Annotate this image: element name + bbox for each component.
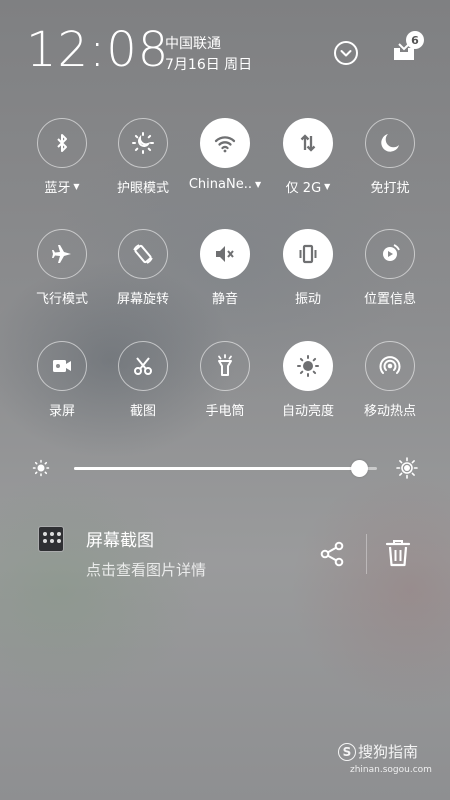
hotspot-icon (378, 354, 402, 378)
quick-tile-rotate[interactable]: 屏幕旋转 (98, 229, 188, 319)
scissors-icon (131, 354, 155, 378)
carrier-info: 中国联通 7月16日 周日 (165, 34, 252, 76)
notification-subtitle: 点击查看图片详情 (86, 561, 207, 579)
tile-toggle[interactable] (37, 229, 87, 279)
tile-label: 截图 (129, 404, 156, 419)
quick-tile-airplane[interactable]: 飞行模式 (17, 229, 107, 319)
location-icon (378, 242, 402, 266)
mute-icon (213, 242, 237, 266)
dropdown-caret-icon[interactable]: ▼ (73, 182, 79, 191)
tile-label: 振动 (294, 292, 321, 307)
brightness-low-icon (32, 459, 50, 477)
tile-toggle[interactable] (200, 229, 250, 279)
tile-toggle[interactable] (365, 118, 415, 168)
tile-toggle[interactable] (37, 341, 87, 391)
quick-tile-vibrate[interactable]: 振动 (263, 229, 353, 319)
tile-label: 静音 (211, 292, 238, 307)
quick-tile-auto-brightness[interactable]: 自动亮度 (263, 341, 353, 431)
share-button[interactable] (318, 540, 346, 568)
delete-button[interactable] (384, 538, 412, 568)
tile-label: 蓝牙 (44, 181, 71, 196)
wifi-icon (213, 131, 237, 155)
flashlight-icon (213, 354, 237, 378)
vibrate-icon (296, 242, 320, 266)
watermark-brand: 搜狗指南 (358, 743, 419, 761)
clock: 12:08 (26, 22, 170, 78)
tile-toggle[interactable] (37, 118, 87, 168)
moon-icon (378, 131, 402, 155)
quick-tile-flashlight[interactable]: 手电筒 (180, 341, 270, 431)
tile-toggle[interactable] (283, 341, 333, 391)
chevron-down-icon (334, 41, 358, 65)
date-label: 7月16日 周日 (165, 57, 253, 73)
brightness-high-icon (396, 457, 418, 479)
brightness-slider-thumb[interactable] (350, 460, 368, 477)
tile-toggle[interactable] (118, 118, 168, 168)
tile-toggle[interactable] (200, 118, 250, 168)
brightness-slider-fill (74, 467, 359, 470)
bluetooth-icon (50, 131, 74, 155)
tile-toggle[interactable] (118, 229, 168, 279)
tile-label: 自动亮度 (281, 404, 334, 419)
notification-count-badge: 6 (406, 31, 424, 49)
notification-title: 屏幕截图 (86, 531, 154, 551)
carrier-name: 中国联通 (165, 36, 221, 52)
airplane-icon (50, 242, 74, 266)
tile-toggle[interactable] (283, 118, 333, 168)
tile-label: 仅 2G (285, 181, 322, 196)
quick-tile-hotspot[interactable]: 移动热点 (345, 341, 435, 431)
tile-toggle[interactable] (365, 341, 415, 391)
dropdown-caret-icon[interactable]: ▼ (255, 180, 261, 189)
tile-label: 屏幕旋转 (116, 292, 169, 307)
tile-label: 移动热点 (363, 404, 416, 419)
tile-toggle[interactable] (283, 229, 333, 279)
brightness-slider[interactable] (74, 460, 377, 477)
collapse-panel-button[interactable] (331, 38, 361, 68)
tile-toggle[interactable] (118, 341, 168, 391)
eye-care-icon (131, 131, 155, 155)
tile-toggle[interactable] (200, 341, 250, 391)
screenshot-thumbnail (38, 526, 64, 552)
tile-toggle[interactable] (365, 229, 415, 279)
quick-tile-scissors[interactable]: 截图 (98, 341, 188, 431)
tile-label: 护眼模式 (116, 181, 169, 196)
tile-label: ChinaNe.. (188, 177, 252, 192)
tile-label: 飞行模式 (35, 292, 88, 307)
tile-label: 免打扰 (370, 181, 410, 196)
sogou-watermark: S 搜狗指南 zhinan.sogou.com (338, 741, 432, 775)
screen-record-icon (50, 354, 74, 378)
quick-tile-eye-care[interactable]: 护眼模式 (98, 118, 188, 208)
dropdown-caret-icon[interactable]: ▼ (324, 182, 330, 191)
rotate-icon (131, 242, 155, 266)
share-icon (320, 541, 344, 567)
quick-tile-moon[interactable]: 免打扰 (345, 118, 435, 208)
auto-brightness-icon (296, 354, 320, 378)
quick-tile-bluetooth[interactable]: 蓝牙 ▼ (17, 118, 107, 208)
notification-tray-button[interactable]: 6 (389, 31, 424, 66)
screenshot-notification[interactable]: 屏幕截图 点击查看图片详情 (0, 510, 450, 600)
mobile-data-icon (296, 131, 320, 155)
quick-tile-location[interactable]: 位置信息 (345, 229, 435, 319)
quick-tile-mobile-data[interactable]: 仅 2G ▼ (263, 118, 353, 208)
quick-tile-wifi[interactable]: ChinaNe.. ▼ (180, 118, 270, 208)
tile-label: 手电筒 (205, 404, 245, 419)
watermark-url: zhinan.sogou.com (350, 765, 432, 775)
quick-tile-screen-record[interactable]: 录屏 (17, 341, 107, 431)
trash-icon (385, 540, 411, 567)
tile-label: 录屏 (48, 404, 75, 419)
action-divider (366, 534, 367, 574)
sogou-logo-icon: S (338, 742, 356, 761)
tile-label: 位置信息 (363, 292, 416, 307)
quick-tile-mute[interactable]: 静音 (180, 229, 270, 319)
